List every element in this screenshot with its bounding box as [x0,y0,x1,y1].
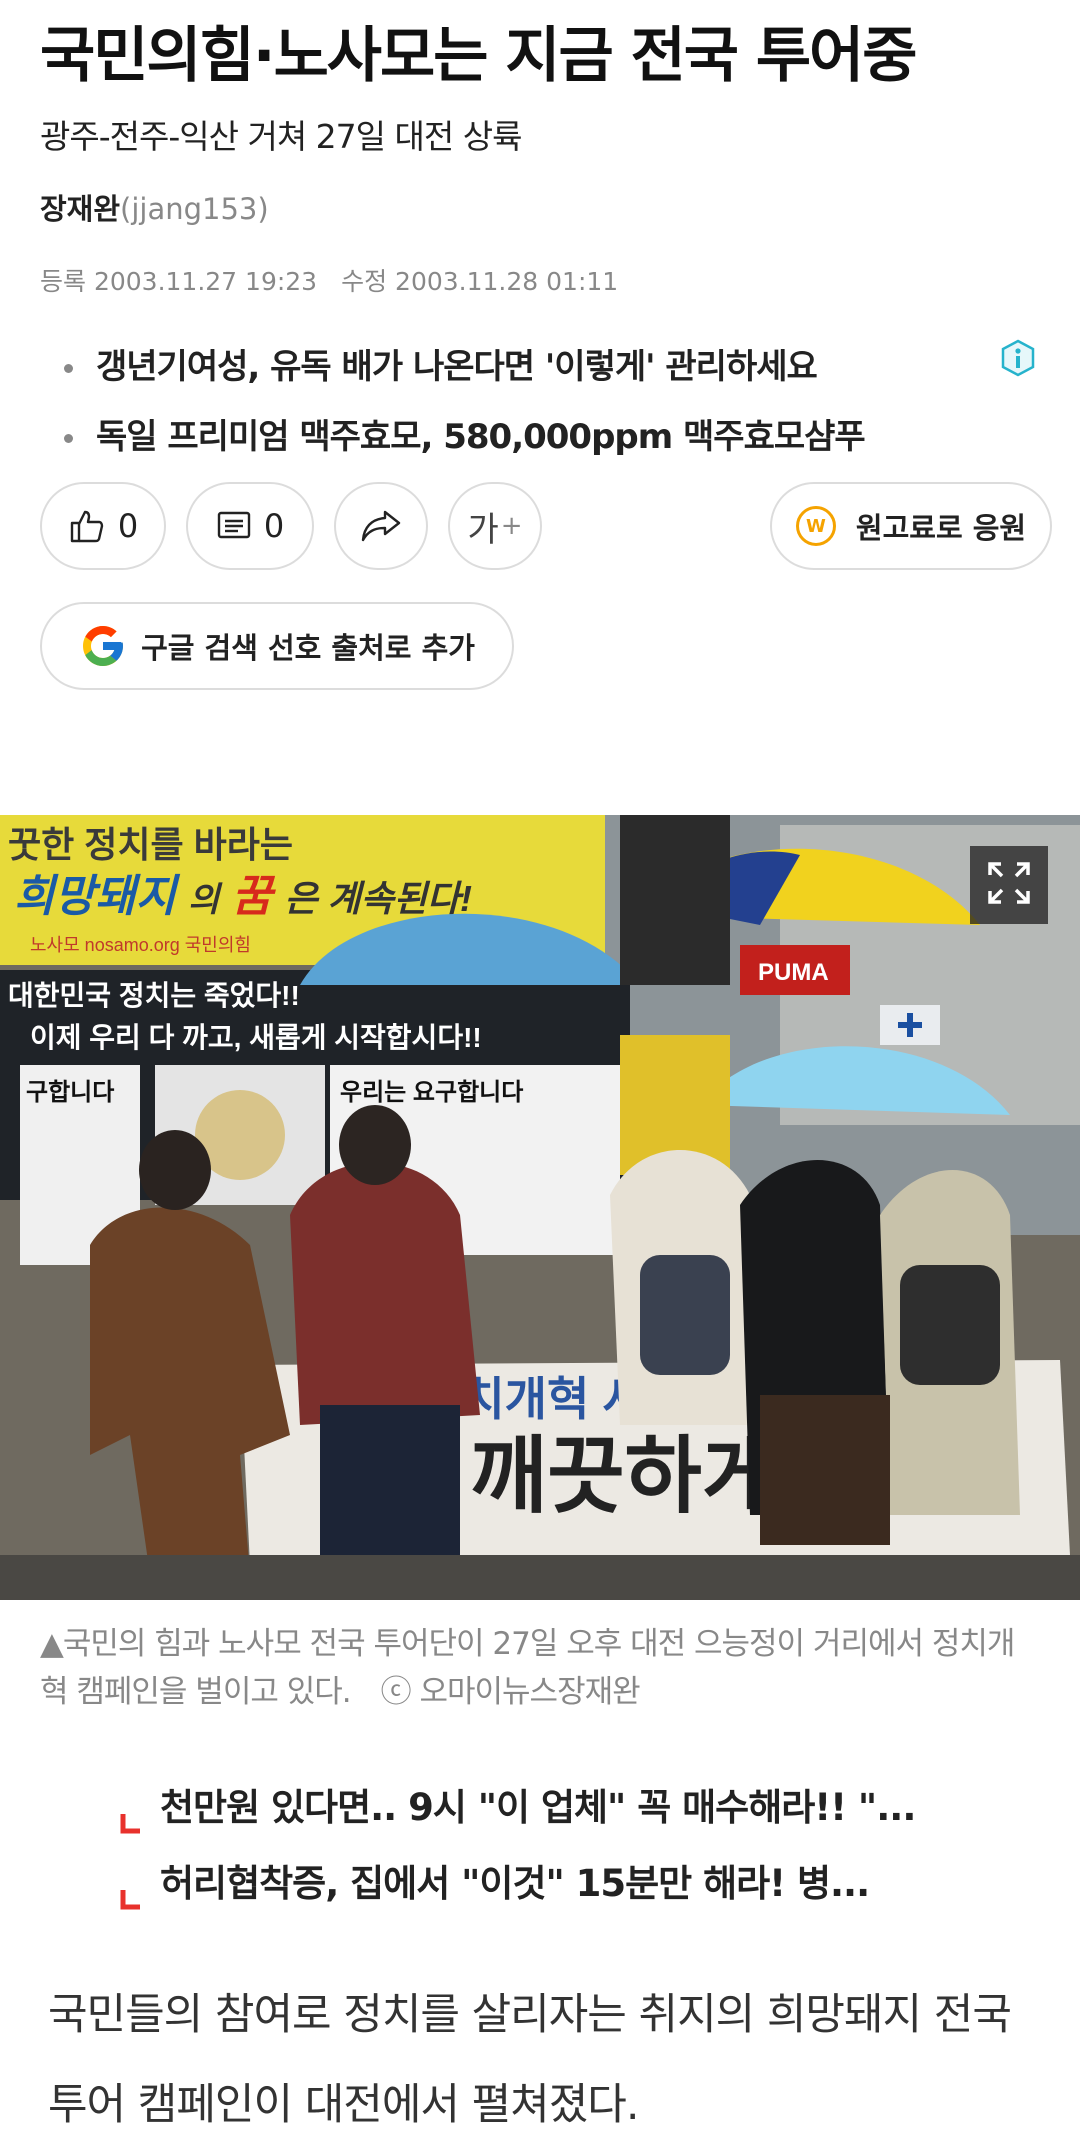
photo-credit: ⓒ 오마이뉴스장재완 [380,1674,641,1710]
table-banner-line2: 깨끗하게 [470,1429,779,1523]
google-preferred-source-label: 구글 검색 선호 출처로 추가 [141,631,475,665]
promo-link-text: 허리협착증, 집에서 "이것" 15분만 해라! 병... [160,1862,870,1905]
board-left-box: 구합니다 [26,1079,114,1106]
ad-link-list: 갱년기여성, 유독 배가 나온다면 '이렇게' 관리하세요 독일 프리미엄 맥주… [62,340,982,480]
like-button[interactable]: 0 [40,482,166,570]
banner-line2b: 의 [188,881,223,919]
article-photo[interactable]: PUMA 꿋한 정치를 바라는 희망돼지 의 꿈 은 계속된다! 노사모 nos… [0,815,1080,1600]
article-body-paragraph: 국민들의 참여로 정치를 살리자는 취지의 희망돼지 전국투어 캠페인이 대전에… [48,1990,1012,2130]
author-name[interactable]: 장재완 [40,192,120,226]
article-title: 국민의힘·노사모는 지금 전국 투어중 [40,21,917,91]
board-line2: 이제 우리 다 까고, 새롭게 시작합시다!! [30,1022,482,1053]
banner-line3: 노사모 nosamo.org 국민의힘 [30,935,251,955]
registered-date: 등록 2003.11.27 19:23 [40,267,318,296]
like-count: 0 [117,507,139,545]
banner-line2c: 꿈 [232,872,277,921]
promo-link[interactable]: 천만원 있다면.. 9시 "이 업체" 꼭 매수해라!! "... [120,1782,1020,1834]
photo-caption: ▲국민의 힘과 노사모 전국 투어단이 27일 오후 대전 으능정이 거리에서 … [40,1620,1040,1716]
article-dates: 등록 2003.11.27 19:23 수정 2003.11.28 01:11 [40,262,618,298]
google-preferred-source-button[interactable]: 구글 검색 선호 출처로 추가 [40,602,514,690]
thumbs-up-icon [68,507,106,545]
share-button[interactable] [334,482,428,570]
support-button[interactable]: W 원고료로 응원 [770,482,1052,570]
store-sign-text: PUMA [758,959,829,986]
support-label: 원고료로 응원 [855,511,1027,545]
board-line1: 대한민국 정치는 죽었다!! [8,980,300,1011]
corner-arrow-icon [120,1872,142,1910]
comment-button[interactable]: 0 [186,482,314,570]
font-size-plus: + [500,511,523,541]
banner-line1: 꿋한 정치를 바라는 [8,824,293,865]
article-subtitle: 광주-전주-익산 거쳐 27일 대전 상륙 [40,117,522,156]
info-icon[interactable] [998,338,1038,378]
font-size-label: 가 [467,509,499,550]
corner-arrow-icon [120,1796,142,1834]
google-logo-icon [79,622,127,670]
comment-icon [216,509,252,543]
modified-date: 수정 2003.11.28 01:11 [341,267,619,296]
banner-line2d: 은 계속된다! [284,878,472,919]
article-page: 국민의힘·노사모는 지금 전국 투어중 광주-전주-익산 거쳐 27일 대전 상… [0,0,1080,2152]
promo-link-text: 천만원 있다면.. 9시 "이 업체" 꼭 매수해라!! "... [160,1786,916,1829]
share-icon [359,508,403,544]
banner-line2a: 희망돼지 [14,872,180,921]
author-id: (jjang153) [120,192,269,226]
board-right-box: 우리는 요구합니다 [340,1079,523,1106]
svg-text:희망돼지 의 꿈: 희망돼지 의 꿈 은 계속된다! [14,872,472,921]
expand-photo-button[interactable] [970,846,1048,924]
ad-link[interactable]: 갱년기여성, 유독 배가 나온다면 '이렇게' 관리하세요 [62,340,982,394]
expand-icon [986,860,1032,910]
comment-count: 0 [263,507,285,545]
ad-link[interactable]: 독일 프리미엄 맥주효모, 580,000ppm 맥주효모샴푸 [62,410,982,464]
promo-link-list: 천만원 있다면.. 9시 "이 업체" 꼭 매수해라!! "... 허리협착증,… [120,1782,1020,1934]
won-coin-icon: W [795,506,836,546]
author-byline[interactable]: 장재완(jjang153) [40,186,269,228]
promo-link[interactable]: 허리협착증, 집에서 "이것" 15분만 해라! 병... [120,1858,1020,1910]
font-size-button[interactable]: 가 + [448,482,542,570]
